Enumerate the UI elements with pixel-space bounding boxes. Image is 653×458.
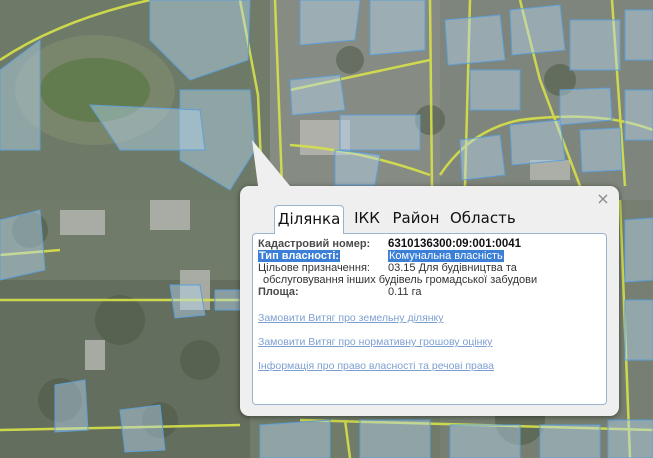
cadastral-label: Кадастровий номер: xyxy=(258,238,371,250)
purpose-value-line1: 03.15 Для будівництва та xyxy=(388,262,517,274)
order-valuation-extract-link[interactable]: Замовити Витяг про нормативну грошову оц… xyxy=(258,336,494,348)
cadastral-number: 6310136300:09:001:0041 xyxy=(388,238,522,250)
tab-district[interactable]: Район xyxy=(392,205,440,232)
tab-ikk[interactable]: ІКК xyxy=(350,205,384,232)
parcel-links: Замовити Витяг про земельну ділянку Замо… xyxy=(258,312,494,384)
purpose-label: Цільове призначення: xyxy=(258,262,370,274)
ownership-rights-info-link[interactable]: Інформація про право власності та речові… xyxy=(258,360,494,372)
close-icon[interactable]: × xyxy=(596,191,610,207)
ownership-value: Комунальна власність xyxy=(388,250,504,262)
tab-content-parcel: Кадастровий номер: 6310136300:09:001:004… xyxy=(252,233,607,405)
popup-pointer xyxy=(252,140,290,186)
purpose-value-line2: обслуговування інших будівель громадсько… xyxy=(263,274,538,286)
tab-parcel[interactable]: Ділянка xyxy=(274,205,344,234)
area-value: 0.11 га xyxy=(388,286,422,298)
tab-region[interactable]: Область xyxy=(450,205,516,232)
area-label: Площа: xyxy=(258,286,299,298)
order-land-extract-link[interactable]: Замовити Витяг про земельну ділянку xyxy=(258,312,494,324)
ownership-label: Тип власності: xyxy=(258,250,341,262)
parcel-info-popup: × Ділянка ІКК Район Область Кадастровий … xyxy=(240,140,619,416)
